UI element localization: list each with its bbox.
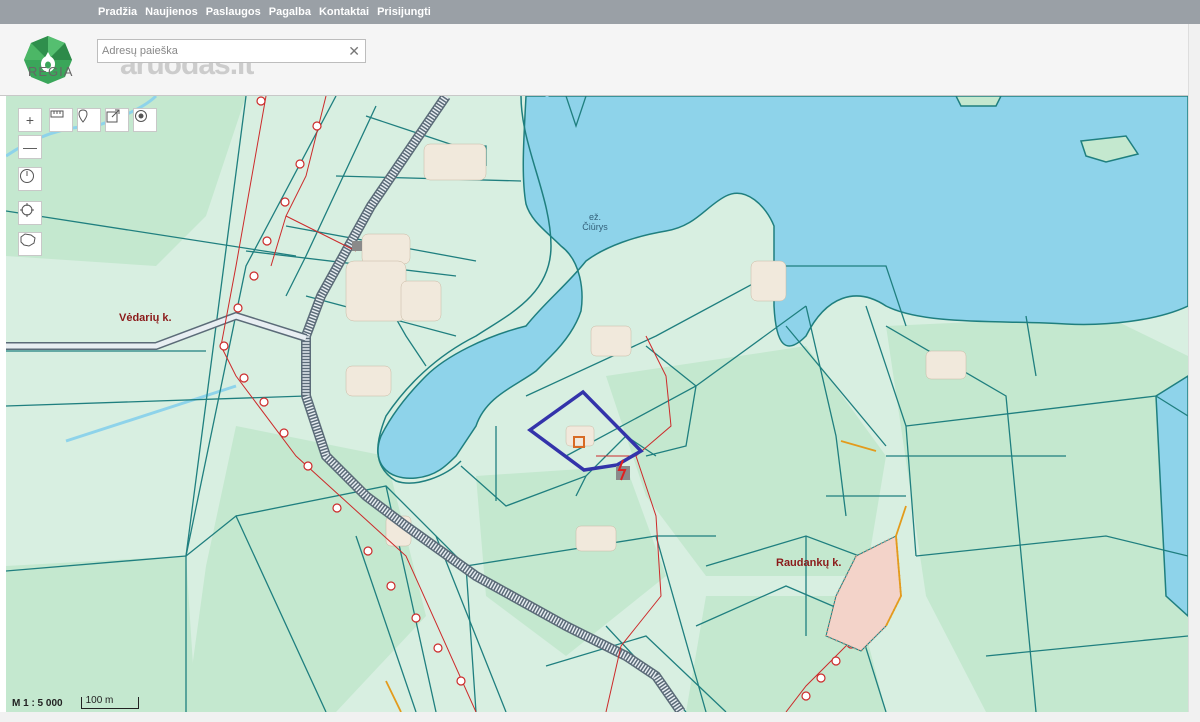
- export-icon[interactable]: [105, 108, 129, 132]
- map-canvas[interactable]: Vėdarių k. Raudankų k. ež. Čiūrys + —: [6, 96, 1188, 712]
- ruler-icon[interactable]: [49, 108, 73, 132]
- scale-ratio: M 1 : 5 000: [12, 697, 63, 709]
- main-nav: Pradžia Naujienos Paslaugos Pagalba Kont…: [98, 0, 431, 24]
- nav-home[interactable]: Pradžia: [98, 6, 137, 18]
- logo-text: REGIA: [28, 64, 74, 79]
- clear-search-icon[interactable]: ✕: [348, 43, 360, 60]
- map-scale: M 1 : 5 000 100 m: [12, 694, 139, 712]
- target-icon[interactable]: [133, 108, 157, 132]
- header: REGIA aruodas.lt ✕: [0, 24, 1200, 96]
- zoom-in-button[interactable]: +: [18, 108, 42, 132]
- village-label-raudankai: Raudankų k.: [776, 557, 842, 569]
- nav-contacts[interactable]: Kontaktai: [319, 6, 369, 18]
- lithuania-map-icon[interactable]: [18, 232, 42, 256]
- app-window: Pradžia Naujienos Paslaugos Pagalba Kont…: [0, 0, 1200, 722]
- nav-login[interactable]: Prisijungti: [377, 6, 431, 18]
- page-scrollbar[interactable]: [1188, 24, 1200, 722]
- history-icon[interactable]: [18, 167, 42, 191]
- map-layer: [6, 96, 1188, 712]
- address-search-input[interactable]: [98, 40, 338, 62]
- village-label-vedariai: Vėdarių k.: [119, 312, 172, 324]
- zoom-out-button[interactable]: —: [18, 135, 42, 159]
- nav-news[interactable]: Naujienos: [145, 6, 198, 18]
- nav-help[interactable]: Pagalba: [269, 6, 311, 18]
- lake-label: ež. Čiūrys: [582, 212, 608, 232]
- address-search-box: ✕: [97, 39, 366, 63]
- marker-icon[interactable]: [77, 108, 101, 132]
- nav-services[interactable]: Paslaugos: [206, 6, 261, 18]
- locate-icon[interactable]: [18, 201, 42, 225]
- scale-bar: 100 m: [80, 695, 139, 709]
- bottom-scrollbar[interactable]: [0, 712, 1200, 722]
- top-nav-bar: Pradžia Naujienos Paslaugos Pagalba Kont…: [0, 0, 1200, 24]
